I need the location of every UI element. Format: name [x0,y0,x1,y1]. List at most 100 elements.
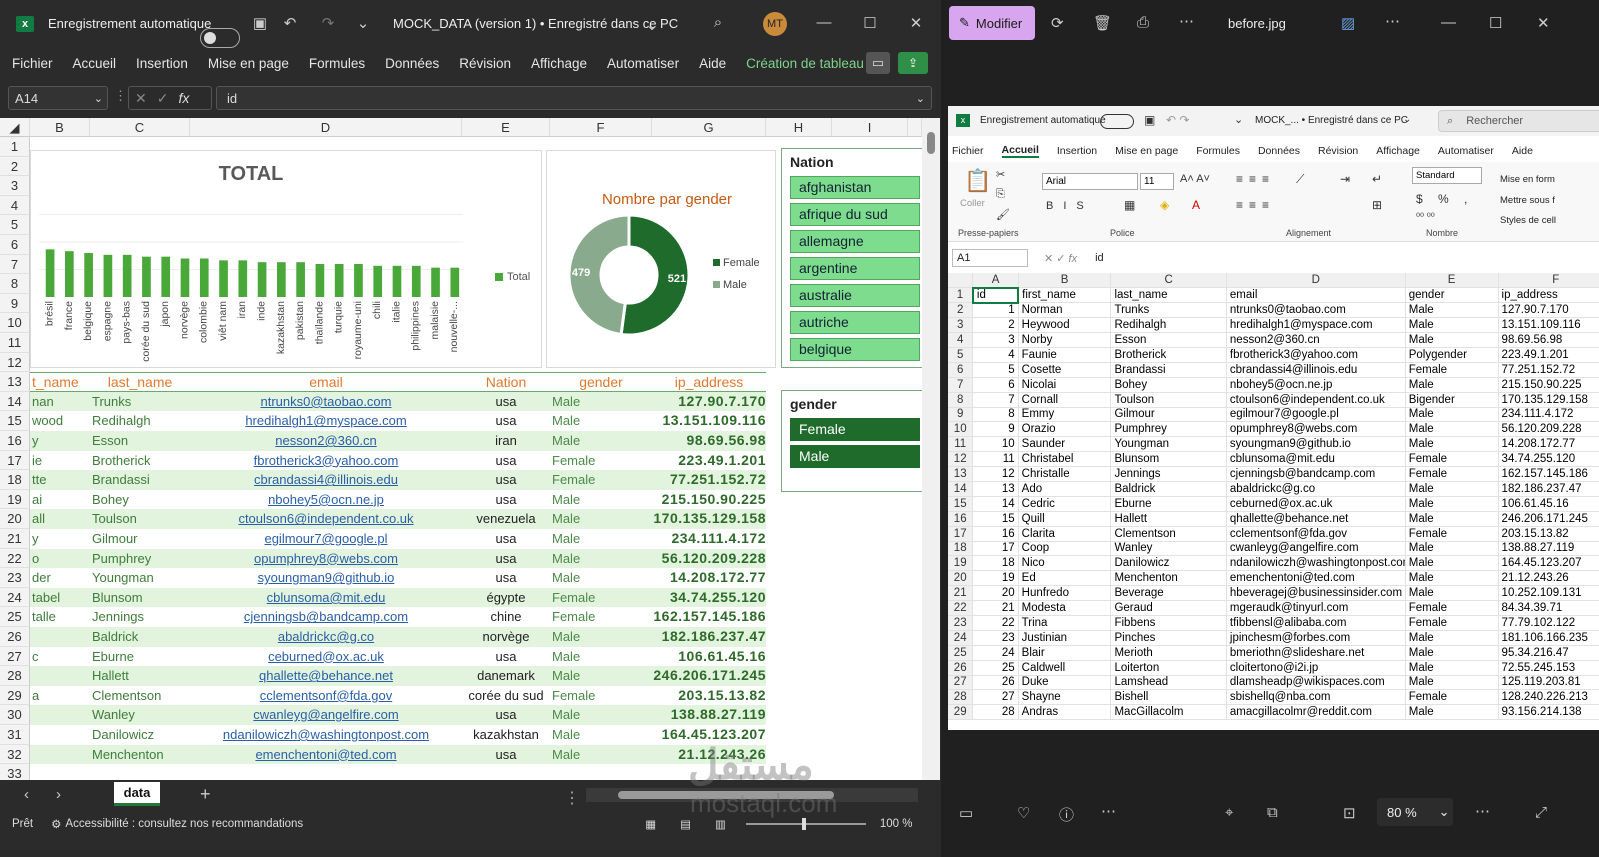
slicer-item-afghanistan[interactable]: afghanistan [790,176,920,199]
row-header[interactable]: 31 [0,725,30,745]
row-header[interactable]: 10 [0,313,30,333]
table-row[interactable]: Menchenton emenchentoni@ted.com usa Male 21.… [30,744,766,765]
row-header[interactable]: 6 [0,235,30,255]
tab-accueil[interactable]: Accueil [73,56,117,71]
more-icon[interactable]: ⋯ [1475,802,1490,820]
table-row[interactable]: Hallett qhallette@behance.net danemark Male… [30,666,766,686]
table-row[interactable]: a Clementson cclementsonf@fda.gov corée du … [30,685,766,706]
accessibility-icon[interactable]: ⚙ [51,817,61,831]
edit-button[interactable]: ✎ Modifier [949,6,1035,40]
nation-slicer[interactable]: Nation afghanistan afrique du sud allema… [781,148,931,368]
table-row[interactable]: c Eburne ceburned@ox.ac.uk usa Male 106.61.45… [30,646,766,667]
col-header-g[interactable]: G [652,118,766,137]
vertical-scrollbar[interactable] [922,118,940,800]
zoom-thumb[interactable] [801,818,806,830]
row-header[interactable]: 28 [0,666,30,686]
fit-icon[interactable]: ⊡ [1343,804,1356,822]
gender-slicer[interactable]: gender Female Male [781,390,931,492]
table-row[interactable]: ai Bohey nbohey5@ocn.ne.jp usa Male 215.150.9… [30,489,766,510]
row-header[interactable]: 26 [0,627,30,647]
tab-insertion[interactable]: Insertion [136,56,188,71]
maximize-icon[interactable]: ☐ [1489,14,1502,32]
col-header-d[interactable]: D [190,118,462,137]
chevron-down-icon[interactable]: ⌄ [645,16,659,34]
close-icon[interactable]: ✕ [1537,14,1550,32]
customize-qat-icon[interactable]: ⌄ [355,14,371,32]
row-header[interactable]: 8 [0,274,30,294]
slicer-item-male[interactable]: Male [790,445,920,468]
tab-revision[interactable]: Révision [459,56,511,71]
user-avatar[interactable]: MT [763,12,787,36]
fullscreen-icon[interactable]: ⤢ [1535,804,1547,821]
gender-donut-chart[interactable]: Nombre par gender 521 Female 479 Male [546,150,776,368]
more-icon[interactable]: ⋯ [1385,12,1400,30]
row-header[interactable]: 32 [0,744,30,765]
tab-affichage[interactable]: Affichage [531,56,587,71]
table-row[interactable]: y Esson nesson2@360.cn iran Male 98.69.56.98 [30,431,766,451]
row-header[interactable]: 1 [0,137,30,157]
more-icon[interactable]: ⋯ [1179,12,1194,30]
slicer-item-female[interactable]: Female [790,418,920,441]
col-header-e[interactable]: E [462,118,550,137]
slicer-item-argentine[interactable]: argentine [790,257,920,280]
zoom-level[interactable]: 100 % [880,818,913,830]
row-header[interactable]: 9 [0,293,30,314]
row-header[interactable]: 3 [0,176,30,196]
slicer-item-autriche[interactable]: autriche [790,311,920,334]
more-icon[interactable]: ⋯ [1101,802,1116,820]
slicer-item-belgique[interactable]: belgique [790,338,920,361]
close-icon[interactable]: ✕ [906,14,926,32]
document-title[interactable]: MOCK_DATA (version 1) • Enregistré dans … [393,16,678,31]
table-row[interactable]: der Youngman syoungman9@github.io usa Male 14… [30,568,766,588]
row-header[interactable]: 24 [0,587,30,608]
chevron-down-icon[interactable]: ⌄ [94,92,103,105]
h-scroll-thumb[interactable] [618,791,834,799]
tab-mise-en-page[interactable]: Mise en page [208,56,289,71]
save-icon[interactable]: ▣ [250,14,270,32]
horizontal-scrollbar[interactable] [586,788,918,802]
col-header-h[interactable]: H [766,118,832,137]
table-row[interactable]: o Pumphrey opumphrey8@webs.com usa Male 56.12… [30,548,766,569]
table-row[interactable]: Baldrick abaldrickc@g.co norvège Male 182.18… [30,627,766,647]
row-header[interactable]: 13 [0,372,30,392]
tab-fichier[interactable]: Fichier [12,56,53,71]
table-header-cell[interactable]: last_name [90,374,190,390]
rotate-icon[interactable]: ⟳ [1051,14,1064,32]
table-row[interactable]: nan Trunks ntrunks0@taobao.com usa Male 127.9… [30,391,766,412]
delete-icon[interactable]: 🗑 [1093,14,1112,32]
row-header[interactable]: 16 [0,431,30,451]
formula-input[interactable]: id ⌄ [216,86,932,110]
cancel-icon[interactable]: ✕ [135,90,147,107]
row-header[interactable]: 5 [0,215,30,235]
row-header[interactable]: 18 [0,470,30,490]
row-header[interactable]: 20 [0,509,30,529]
share-icon[interactable]: ⇪ [898,52,928,74]
table-row[interactable]: wood Redihalgh hredihalgh1@myspace.com usa M… [30,411,766,431]
tab-donnees[interactable]: Données [385,56,439,71]
row-header[interactable]: 2 [0,156,30,177]
zoom-slider[interactable] [745,818,866,830]
row-header[interactable]: 30 [0,705,30,725]
text-scan-icon[interactable]: ⧉ [1267,804,1278,821]
maximize-icon[interactable]: ☐ [860,14,880,32]
row-header[interactable]: 27 [0,646,30,667]
total-bar-chart[interactable]: TOTAL brésil france belgique espagne pays-ba… [30,150,542,368]
row-header[interactable]: 23 [0,568,30,588]
table-row[interactable]: Wanley cwanleyg@angelfire.com usa Male 138.8… [30,705,766,725]
row-header[interactable]: 12 [0,352,30,373]
row-header[interactable]: 14 [0,391,30,412]
col-header-c[interactable]: C [90,118,190,137]
name-box[interactable]: A14 ⌄ [8,86,108,110]
row-header[interactable]: 21 [0,529,30,549]
prev-sheet-icon[interactable]: ‹ [24,786,29,803]
table-row[interactable]: Danilowicz ndanilowiczh@washingtonpost.co… [30,725,766,745]
table-header-cell[interactable]: Nation [462,374,550,390]
sheet-tab-data[interactable]: data [114,782,160,806]
table-row[interactable]: ie Brotherick fbrotherick3@yahoo.com usa Fem… [30,450,766,471]
search-icon[interactable]: ⌕ [708,14,728,31]
redo-icon[interactable]: ↷ [318,14,338,32]
tab-automatiser[interactable]: Automatiser [607,56,679,71]
table-row[interactable]: tabel Blunsom cblunsoma@mit.edu égypte Femal… [30,587,766,608]
tab-formules[interactable]: Formules [309,56,365,71]
tab-creation-de-tableau[interactable]: Création de tableau [746,56,864,71]
